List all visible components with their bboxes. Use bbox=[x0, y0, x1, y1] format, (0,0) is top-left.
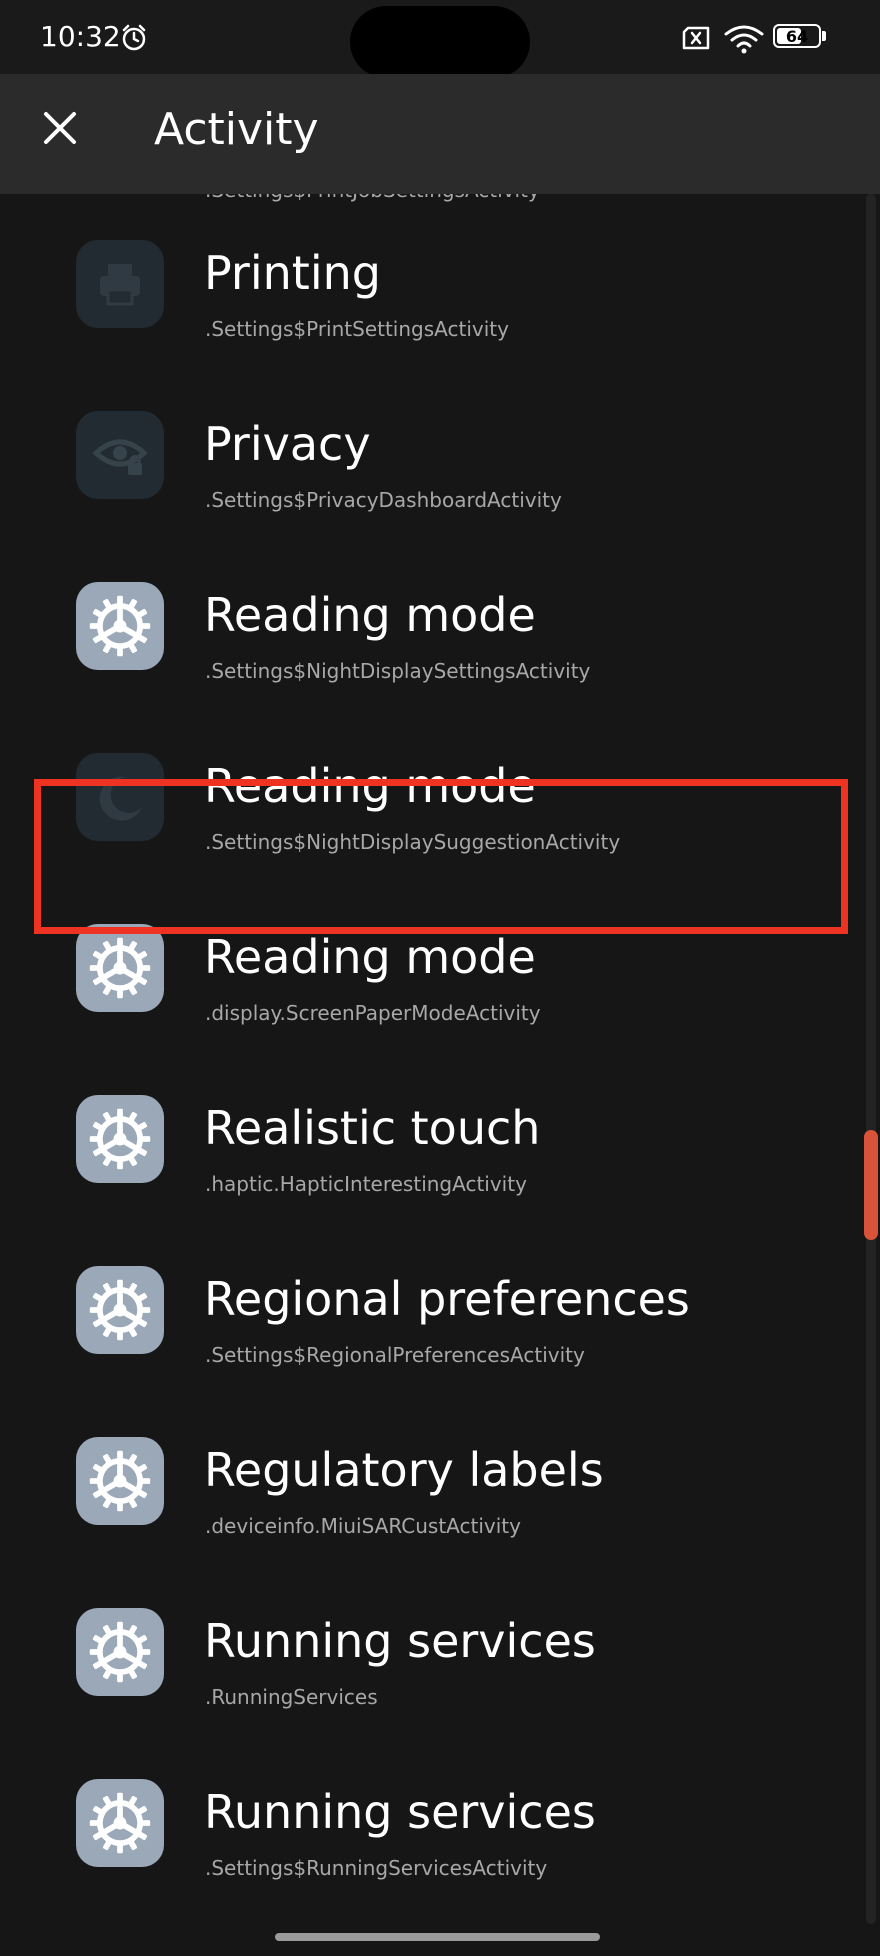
settings-gear-icon bbox=[76, 1608, 164, 1696]
alarm-clock-icon bbox=[122, 24, 146, 51]
list-item-regulatory-labels[interactable]: Regulatory labels .deviceinfo.MiuiSARCus… bbox=[0, 1437, 860, 1608]
battery-indicator: 64 bbox=[773, 24, 821, 48]
list-item-title: Regulatory labels bbox=[204, 1443, 604, 1497]
list-item-subtitle: .RunningServices bbox=[205, 1685, 378, 1709]
eye-lock-icon bbox=[76, 411, 164, 499]
close-icon bbox=[44, 112, 76, 144]
list-item-reading-mode-suggestion[interactable]: Reading mode .Settings$NightDisplaySugge… bbox=[0, 753, 860, 924]
list-item-subtitle: .Settings$NightDisplaySettingsActivity bbox=[205, 659, 591, 683]
home-indicator[interactable] bbox=[275, 1933, 600, 1941]
list-item-title: Realistic touch bbox=[204, 1101, 541, 1155]
list-item-title: Reading mode bbox=[204, 930, 536, 984]
list-item-subtitle: .Settings$PrintJobSettingsActivity bbox=[205, 194, 540, 202]
status-bar: 10:32 64 bbox=[0, 0, 880, 78]
list-item-subtitle: .display.ScreenPaperModeActivity bbox=[205, 1001, 541, 1025]
list-item-title: Printing bbox=[204, 246, 381, 300]
battery-tip bbox=[822, 31, 826, 41]
list-item-title: Running services bbox=[204, 1614, 596, 1668]
list-item-title: Regional preferences bbox=[204, 1272, 690, 1326]
settings-gear-icon bbox=[76, 1266, 164, 1354]
list-item-subtitle: .deviceinfo.MiuiSARCustActivity bbox=[205, 1514, 521, 1538]
battery-level: 64 bbox=[785, 26, 809, 46]
settings-gear-icon bbox=[76, 582, 164, 670]
list-item-title: Reading mode bbox=[204, 759, 536, 813]
settings-gear-icon bbox=[76, 1095, 164, 1183]
list-item-title: Reading mode bbox=[204, 588, 536, 642]
list-item-regional-preferences[interactable]: Regional preferences .Settings$RegionalP… bbox=[0, 1266, 860, 1437]
list-item-subtitle: .haptic.HapticInterestingActivity bbox=[205, 1172, 527, 1196]
list-item-reading-mode-screen-paper[interactable]: Reading mode .display.ScreenPaperModeAct… bbox=[0, 924, 860, 1095]
list-item-title: Running services bbox=[204, 1785, 596, 1839]
page-title: Activity bbox=[154, 104, 319, 155]
printer-icon bbox=[76, 240, 164, 328]
moon-icon bbox=[76, 753, 164, 841]
activity-list[interactable]: .Settings$PrintJobSettingsActivity Print… bbox=[0, 194, 880, 1956]
close-button[interactable] bbox=[30, 98, 90, 158]
scrollbar-thumb[interactable] bbox=[864, 1130, 878, 1240]
wifi-icon bbox=[724, 25, 764, 54]
list-item-subtitle: .Settings$NightDisplaySuggestionActivity bbox=[205, 830, 621, 854]
list-item-subtitle: .Settings$PrintSettingsActivity bbox=[205, 317, 509, 341]
settings-gear-icon bbox=[76, 924, 164, 1012]
no-sim-icon bbox=[682, 26, 710, 50]
status-time: 10:32 bbox=[40, 20, 121, 53]
list-item-title: Privacy bbox=[204, 417, 371, 471]
list-item-realistic-touch[interactable]: Realistic touch .haptic.HapticInterestin… bbox=[0, 1095, 860, 1266]
app-bar: Activity bbox=[0, 74, 880, 194]
list-item-reading-mode-settings[interactable]: Reading mode .Settings$NightDisplaySetti… bbox=[0, 582, 860, 753]
list-item-print-job-settings[interactable]: .Settings$PrintJobSettingsActivity bbox=[0, 194, 860, 240]
list-item-privacy[interactable]: Privacy .Settings$PrivacyDashboardActivi… bbox=[0, 411, 860, 582]
list-item-running-services-activity[interactable]: Running services .Settings$RunningServic… bbox=[0, 1779, 860, 1950]
list-item-subtitle: .Settings$RunningServicesActivity bbox=[205, 1856, 548, 1880]
list-item-running-services[interactable]: Running services .RunningServices bbox=[0, 1608, 860, 1779]
scrollbar-track[interactable] bbox=[866, 194, 876, 1924]
settings-gear-icon bbox=[76, 1437, 164, 1525]
list-item-subtitle: .Settings$RegionalPreferencesActivity bbox=[205, 1343, 585, 1367]
camera-cutout bbox=[350, 6, 530, 78]
settings-gear-icon bbox=[76, 1779, 164, 1867]
list-item-printing[interactable]: Printing .Settings$PrintSettingsActivity bbox=[0, 240, 860, 411]
list-item-subtitle: .Settings$PrivacyDashboardActivity bbox=[205, 488, 562, 512]
